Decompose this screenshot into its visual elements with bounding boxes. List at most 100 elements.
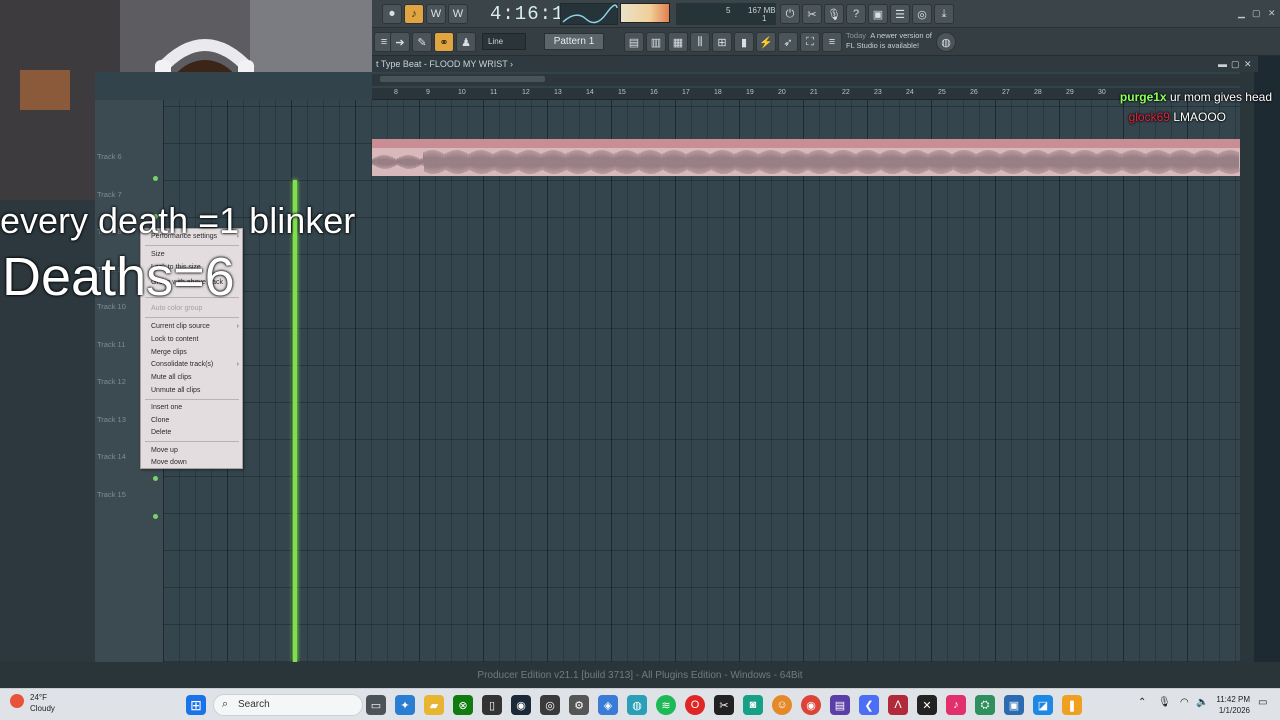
- steam-icon[interactable]: ◉: [511, 695, 531, 715]
- metronome-icon[interactable]: ⛶: [800, 32, 820, 52]
- horizontal-scroll-thumb[interactable]: [380, 76, 545, 82]
- arrow-icon[interactable]: ➔: [390, 32, 410, 52]
- notepad-icon[interactable]: ▣: [1004, 695, 1024, 715]
- stamp-icon[interactable]: ♟: [456, 32, 476, 52]
- windows-start-icon[interactable]: ⊞: [186, 695, 206, 715]
- fl-studio-icon[interactable]: ❚: [1062, 695, 1082, 715]
- weather-icon[interactable]: [10, 694, 24, 708]
- record-mode-button[interactable]: ♪: [404, 4, 424, 24]
- app2-icon[interactable]: ⛭: [975, 695, 995, 715]
- draw-icon[interactable]: ✎: [412, 32, 432, 52]
- obs-icon[interactable]: ◎: [540, 695, 560, 715]
- copilot-icon[interactable]: ✦: [395, 695, 415, 715]
- spotify-icon[interactable]: ≋: [656, 695, 676, 715]
- wait-button[interactable]: W: [426, 4, 446, 24]
- weather-widget[interactable]: 24°F Cloudy: [30, 692, 55, 714]
- playlist-icon[interactable]: ▤: [624, 32, 644, 52]
- capcut-icon[interactable]: ✂: [714, 695, 734, 715]
- app-icon[interactable]: ◈: [598, 695, 618, 715]
- context-menu-item[interactable]: Lock to content: [151, 336, 198, 343]
- playlist-grid[interactable]: [163, 100, 1240, 662]
- track-mute-led[interactable]: [153, 513, 158, 519]
- xbox-icon[interactable]: ⊗: [453, 695, 473, 715]
- audio-clip-waveform[interactable]: [372, 148, 1240, 176]
- ruler-tick: 26: [970, 89, 978, 96]
- plug-icon[interactable]: ⚡: [756, 32, 776, 52]
- plugin-icon[interactable]: ▮: [734, 32, 754, 52]
- adobe-icon[interactable]: Λ: [888, 695, 908, 715]
- wifi-icon[interactable]: ◠: [1180, 697, 1189, 708]
- minimize-icon[interactable]: ▁: [1238, 8, 1245, 19]
- mixer-window-icon[interactable]: ⫼: [690, 32, 710, 52]
- opera-icon[interactable]: O: [685, 695, 705, 715]
- news-panel[interactable]: Today A newer version of FL Studio is av…: [846, 31, 932, 51]
- overlay-rule-text: every death =1 blinker: [0, 200, 356, 241]
- power-icon[interactable]: ⏻: [780, 4, 800, 24]
- globe-icon[interactable]: ◍: [936, 32, 956, 52]
- overlay-death-counter: Deaths=6: [2, 247, 235, 307]
- save-icon[interactable]: ▣: [868, 4, 888, 24]
- search-icon: ⌕: [222, 698, 229, 710]
- chrome-icon[interactable]: ◉: [801, 695, 821, 715]
- playhead-marker[interactable]: [293, 180, 297, 662]
- maximize-icon[interactable]: ▢: [1252, 8, 1261, 19]
- snap-select[interactable]: Line: [482, 33, 526, 50]
- context-menu-item[interactable]: Move down: [151, 459, 187, 466]
- close-icon[interactable]: ✕: [1268, 8, 1276, 19]
- cut-icon[interactable]: ✂: [802, 4, 822, 24]
- track-header[interactable]: Track 15: [97, 490, 155, 499]
- tiktok-icon[interactable]: ♪: [946, 695, 966, 715]
- terminal-icon[interactable]: ▯: [482, 695, 502, 715]
- chat-app-icon[interactable]: ◙: [743, 695, 763, 715]
- clock-date: 1/1/2026: [1218, 706, 1250, 715]
- pattern-song-toggle[interactable]: ⏺: [382, 4, 402, 24]
- discord-icon[interactable]: ☺: [772, 695, 792, 715]
- mic-tray-icon[interactable]: 🎙: [1158, 697, 1171, 708]
- vertical-scrollbar[interactable]: [1240, 72, 1254, 662]
- vscode-icon[interactable]: ❮: [859, 695, 879, 715]
- audio-clip-header[interactable]: [372, 139, 1240, 148]
- track-header[interactable]: Track 6: [97, 152, 155, 161]
- twitch-icon[interactable]: ▤: [830, 695, 850, 715]
- taskbar-search[interactable]: ⌕ Search: [213, 694, 363, 716]
- context-menu-item[interactable]: Mute all clips: [151, 374, 191, 381]
- photos-icon[interactable]: ◪: [1033, 695, 1053, 715]
- taskbar-clock[interactable]: 11:42 PM 1/1/2026: [1216, 694, 1250, 716]
- task-view-icon[interactable]: ▭: [366, 695, 386, 715]
- settings-icon[interactable]: ⚙: [569, 695, 589, 715]
- link-icon[interactable]: ⚭: [434, 32, 454, 52]
- track-mute-led[interactable]: [153, 176, 158, 181]
- tempo-icon[interactable]: ➶: [778, 32, 798, 52]
- playlist-maximize-icon[interactable]: ▢: [1231, 59, 1240, 70]
- playlist-close-icon[interactable]: ✕: [1244, 59, 1252, 70]
- track-mute-led[interactable]: [153, 476, 158, 481]
- countdown-button[interactable]: W: [448, 4, 468, 24]
- volume-icon[interactable]: 🔈: [1196, 697, 1208, 708]
- context-menu-item[interactable]: Unmute all clips: [151, 387, 200, 394]
- file-explorer-icon[interactable]: ▰: [424, 695, 444, 715]
- browser-icon[interactable]: ⊞: [712, 32, 732, 52]
- track-header[interactable]: Track 7: [97, 190, 155, 199]
- channel-rack-icon[interactable]: ▦: [668, 32, 688, 52]
- browser-app-icon[interactable]: ◍: [627, 695, 647, 715]
- chat-icon[interactable]: ◎: [912, 4, 932, 24]
- mixer-icon[interactable]: ☰: [890, 4, 910, 24]
- context-menu-item[interactable]: Consolidate track(s): [151, 361, 213, 368]
- playlist-minimize-icon[interactable]: ▬: [1218, 59, 1227, 69]
- help-icon[interactable]: ?: [846, 4, 866, 24]
- context-menu-item[interactable]: Merge clips: [151, 349, 187, 356]
- context-menu-item[interactable]: Insert one: [151, 404, 182, 411]
- mic-icon[interactable]: 🎙: [824, 4, 844, 24]
- pattern-select[interactable]: Pattern 1: [544, 33, 604, 50]
- download-icon[interactable]: ⤓: [934, 4, 954, 24]
- news-icon[interactable]: ≡: [822, 32, 842, 52]
- context-menu-item[interactable]: Current clip source: [151, 323, 210, 330]
- piano-roll-icon[interactable]: ▥: [646, 32, 666, 52]
- capcut-alt-icon[interactable]: ✕: [917, 695, 937, 715]
- context-menu-item[interactable]: Move up: [151, 447, 178, 454]
- context-menu-item[interactable]: Clone: [151, 417, 169, 424]
- notification-icon[interactable]: ▭: [1258, 697, 1267, 708]
- tray-chevron-icon[interactable]: ⌃: [1138, 697, 1146, 708]
- timeline-ruler[interactable]: 8 9 10 11 12 13 14 15 16 17 18 19 20 21 22 23 24 25 26 27 28…: [372, 88, 1240, 100]
- context-menu-item[interactable]: Delete: [151, 429, 171, 436]
